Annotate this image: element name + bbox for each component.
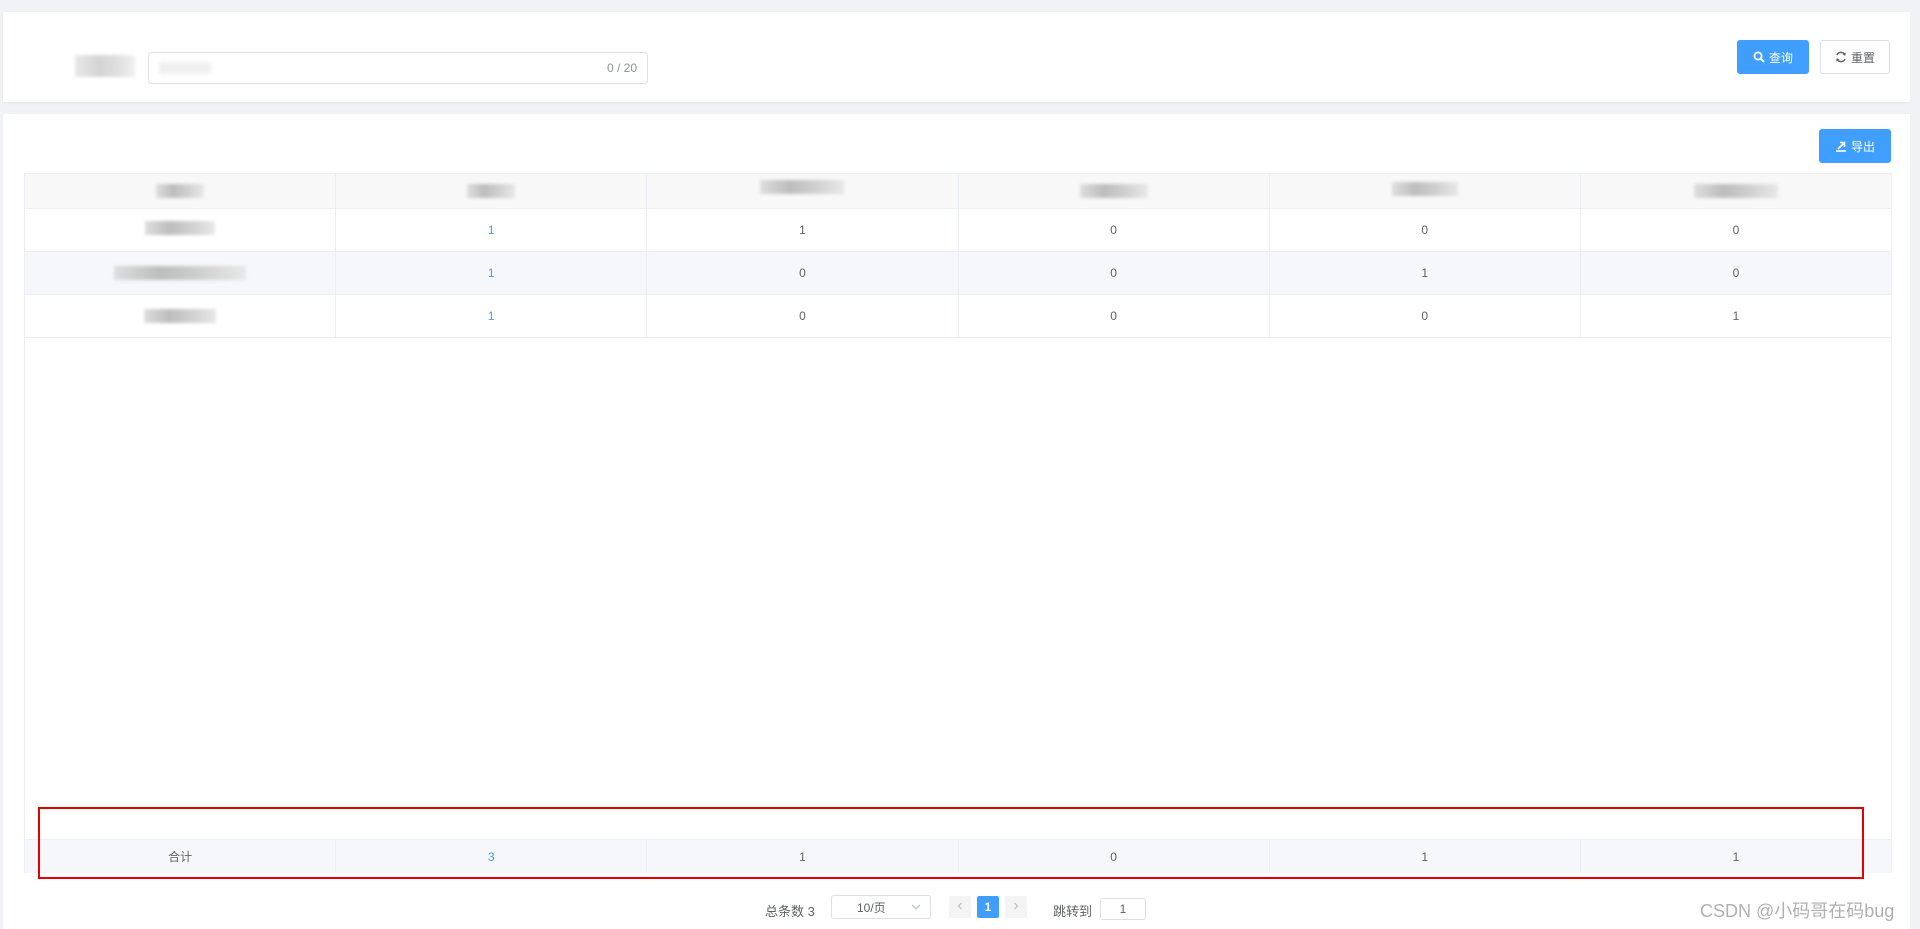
table-cell: 0: [647, 252, 959, 294]
export-button-label: 导出: [1850, 139, 1875, 154]
column-header: [647, 174, 959, 208]
chevron-left-icon: [955, 900, 965, 914]
summary-cell: 1: [1270, 840, 1581, 873]
table-cell: 1: [1732, 309, 1740, 323]
table-cell: 0: [959, 209, 1270, 251]
reset-button-label: 重置: [1850, 50, 1875, 65]
table-cell: 0: [1270, 295, 1581, 337]
table-row: 1 0 0 0 1: [25, 295, 1891, 338]
jump-label: 跳转到: [1053, 904, 1093, 919]
table-cell: 0: [1732, 266, 1740, 280]
search-panel: 0 / 20 查询 重置: [3, 12, 1910, 102]
column-header: [25, 174, 337, 208]
column-header: [336, 174, 648, 208]
row-name-cell: [25, 209, 337, 251]
search-input-counter: 0 / 20: [606, 61, 637, 75]
column-header: [1270, 174, 1581, 208]
search-label-redacted: [75, 55, 135, 77]
table-cell: 1: [1270, 252, 1581, 294]
page-size-select[interactable]: 10/页: [831, 895, 931, 919]
table-cell: 0: [1270, 209, 1581, 251]
jump-page-input[interactable]: 1: [1100, 898, 1146, 920]
table-summary-row: 合计 3 1 0 1 1: [25, 839, 1891, 873]
query-button[interactable]: 查询: [1737, 40, 1809, 74]
column-header: [959, 174, 1270, 208]
search-input-value-redacted: [159, 62, 211, 74]
pagination-total: 总条数 3: [765, 904, 815, 919]
page-gutter: [1910, 0, 1920, 929]
export-icon: [1835, 140, 1847, 152]
chevron-right-icon: [1011, 900, 1021, 914]
row-count-link[interactable]: 1: [336, 295, 648, 337]
search-icon: [1753, 51, 1765, 63]
summary-label: 合计: [25, 840, 337, 873]
chevron-down-icon: [910, 901, 922, 916]
page-size-value: 10/页: [857, 900, 886, 915]
export-button[interactable]: 导出: [1819, 129, 1891, 163]
summary-cell: 1: [1732, 849, 1740, 864]
query-button-label: 查询: [1768, 50, 1793, 65]
pagination: 总条数 3 10/页 1 跳转到 1: [0, 895, 1920, 923]
table-cell: 0: [647, 295, 959, 337]
page-number-button[interactable]: 1: [977, 896, 999, 918]
search-input[interactable]: 0 / 20: [148, 52, 648, 84]
table-header: [25, 174, 1891, 209]
reset-button[interactable]: 重置: [1820, 40, 1890, 74]
table-cell: 1: [647, 209, 959, 251]
row-name-cell: [25, 252, 337, 294]
summary-cell: 1: [647, 840, 959, 873]
column-header: [1581, 174, 1891, 208]
statistics-table: 1 1 0 0 0 1 0 0 1 0 1 0 0 0 1 合计 3 1 0 1…: [24, 173, 1892, 873]
table-cell: 0: [1732, 223, 1740, 237]
row-name-cell: [25, 295, 337, 337]
next-page-button[interactable]: [1005, 896, 1027, 918]
table-cell: 0: [959, 252, 1270, 294]
refresh-icon: [1835, 51, 1847, 63]
table-cell: 0: [959, 295, 1270, 337]
watermark: CSDN @小码哥在码bug: [1700, 901, 1895, 921]
summary-count-link[interactable]: 3: [336, 840, 648, 873]
row-count-link[interactable]: 1: [336, 209, 648, 251]
summary-cell: 0: [959, 840, 1270, 873]
table-row: 1 1 0 0 0: [25, 209, 1891, 252]
table-row: 1 0 0 1 0: [25, 252, 1891, 295]
row-count-link[interactable]: 1: [336, 252, 648, 294]
prev-page-button[interactable]: [949, 896, 971, 918]
